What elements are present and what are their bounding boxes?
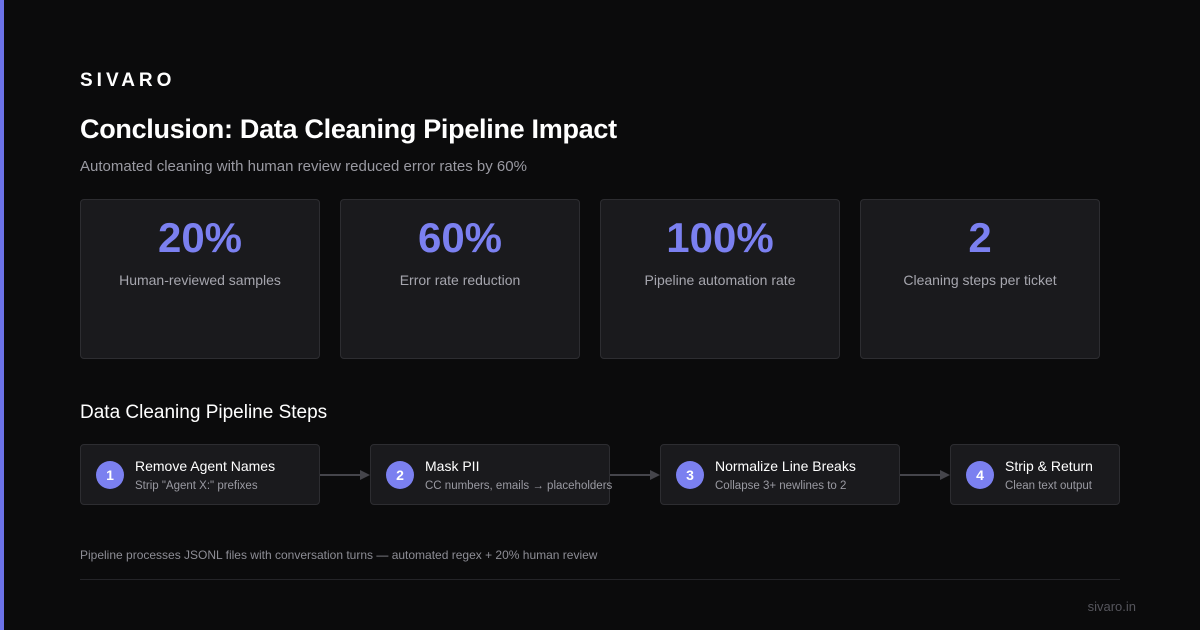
stat-label: Cleaning steps per ticket (903, 272, 1057, 288)
stat-value: 20% (157, 214, 243, 261)
brand-logo: SIVARO (80, 70, 176, 91)
pipeline-step-strip-and-return: 4 Strip & Return Clean text output (950, 444, 1120, 505)
stat-card-cleaning-steps: 2 Cleaning steps per ticket (860, 199, 1100, 359)
stat-label: Error rate reduction (399, 272, 521, 288)
pipeline-step-remove-agent-names: 1 Remove Agent Names Strip "Agent X:" pr… (80, 444, 320, 505)
step-number-badge: 2 (386, 461, 414, 489)
site-url[interactable]: sivaro.in (1088, 599, 1136, 614)
arrow-right-icon (900, 470, 950, 480)
step-description: Clean text output (1005, 480, 1092, 492)
step-description: Strip "Agent X:" prefixes (135, 480, 258, 492)
page-title: Conclusion: Data Cleaning Pipeline Impac… (80, 114, 617, 144)
pipeline-heading: Data Cleaning Pipeline Steps (80, 402, 328, 423)
stat-value: 100% (666, 214, 774, 261)
step-title: Mask PII (425, 458, 480, 474)
arrow-right-icon (320, 470, 370, 480)
stat-card-error-reduction: 60% Error rate reduction (340, 199, 580, 359)
step-number-badge: 4 (966, 461, 994, 489)
stat-card-human-reviewed: 20% Human-reviewed samples (80, 199, 320, 359)
stat-value: 2 (968, 214, 992, 261)
step-number-badge: 3 (676, 461, 704, 489)
step-title: Remove Agent Names (135, 458, 276, 474)
page-subtitle: Automated cleaning with human review red… (80, 158, 527, 175)
footer-divider (80, 579, 1120, 580)
pipeline-step-normalize-line-breaks: 3 Normalize Line Breaks Collapse 3+ newl… (660, 444, 900, 505)
pipeline-step-mask-pii: 2 Mask PII CC numbers, emails → placehol… (370, 444, 613, 505)
step-title: Normalize Line Breaks (715, 458, 856, 474)
step-number-badge: 1 (96, 461, 124, 489)
stat-label: Human-reviewed samples (119, 272, 281, 288)
footer-note: Pipeline processes JSONL files with conv… (80, 548, 598, 562)
stat-value: 60% (417, 214, 503, 261)
step-description: CC numbers, emails → placeholders (425, 480, 613, 492)
arrow-right-icon (610, 470, 660, 480)
step-description: Collapse 3+ newlines to 2 (715, 480, 847, 492)
stat-card-automation-rate: 100% Pipeline automation rate (600, 199, 840, 359)
step-title: Strip & Return (1005, 458, 1093, 474)
left-accent-bar (0, 0, 4, 630)
stat-label: Pipeline automation rate (644, 272, 796, 288)
